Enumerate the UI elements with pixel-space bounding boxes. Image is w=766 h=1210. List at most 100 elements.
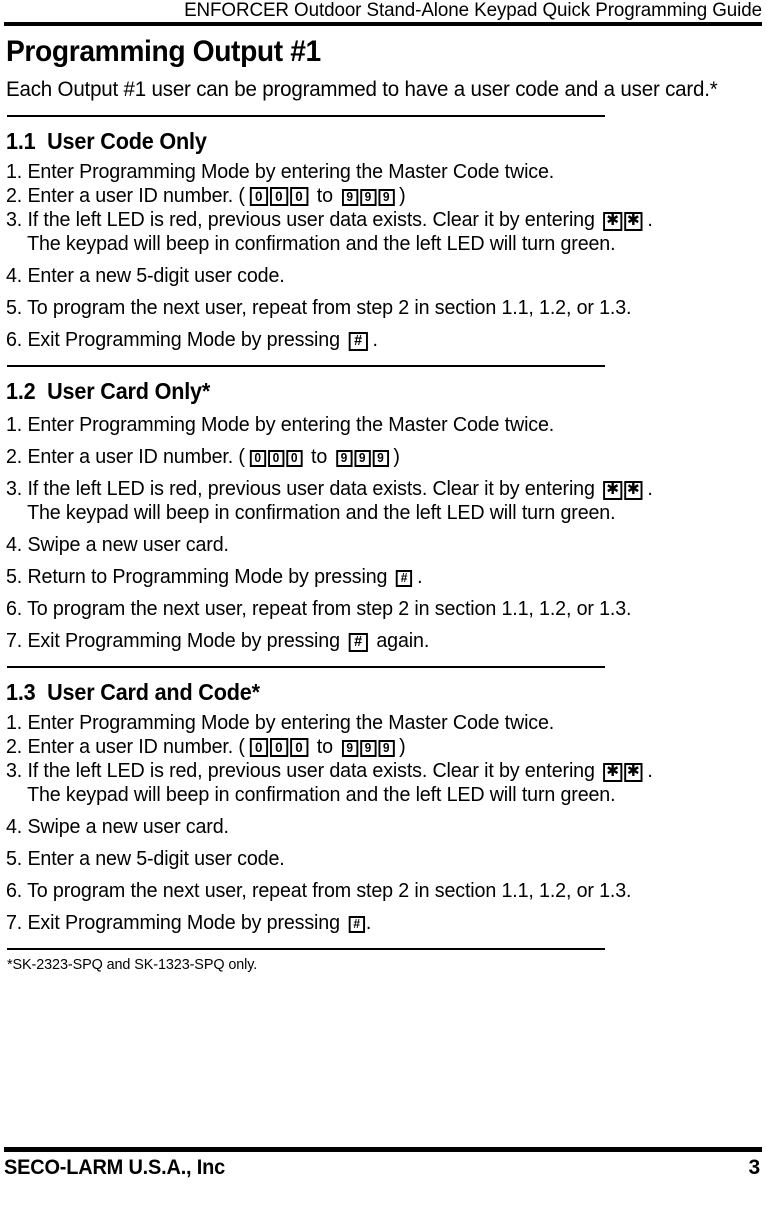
footnote-divider [7,948,605,950]
key-9[interactable]: 9 [341,740,358,757]
step-1-3-2-text-pre: 2. Enter a user ID number. ( [6,735,245,758]
key-9[interactable]: 9 [378,189,395,206]
step-1-3-7-text-pre: 7. Exit Programming Mode by pressing [6,911,340,934]
key-9[interactable]: 9 [341,189,358,206]
key-star[interactable]: ✱ [603,481,623,500]
step-1-2-5-text-pre: 5. Return to Programming Mode by pressin… [6,565,388,588]
key-hash[interactable]: # [348,633,368,652]
section-1-1-steps: 1. Enter Programming Mode by entering th… [4,161,762,351]
section-divider-2 [7,365,605,367]
key-group-id-high: 999 [335,446,390,468]
step-1-1-1: 1. Enter Programming Mode by entering th… [6,160,555,183]
key-9[interactable]: 9 [359,740,377,757]
step-1-3-2-text-to: to [316,735,333,758]
key-star[interactable]: ✱ [623,763,643,782]
step-1-2-4: 4. Swipe a new user card. [6,533,229,556]
step-1-2-2-text-to: to [311,445,328,468]
step-1-2-7: 7. Exit Programming Mode by pressing # aga… [6,630,732,652]
step-1-3-5: 5. Enter a new 5-digit user code. [6,847,285,870]
step-1-3-3: 3. If the left LED is red, previous user… [6,760,732,782]
step-1-3-3-continued: The keypad will beep in confirmation and… [27,783,616,806]
step-1-1-5: 5. To program the next user, repeat from… [6,296,632,319]
step-1-1-3-text-post: . [647,208,653,231]
step-1-1-2-text-to: to [316,184,333,207]
footer-page-number: 3 [748,1156,761,1179]
section-divider-3 [7,666,605,668]
step-1-3-7: 7. Exit Programming Mode by pressing #. [6,912,732,934]
section-1-2: 1.2 User Card Only* 1. Enter Programming… [4,378,762,652]
step-1-3-2-text-post: ) [399,735,406,758]
section-1-3-steps: 1. Enter Programming Mode by entering th… [4,712,762,934]
key-0[interactable]: 0 [269,738,288,757]
step-1-2-2-text-post: ) [393,445,400,468]
key-group-id-low: 000 [249,446,304,468]
key-group-id-high: 999 [341,185,396,207]
step-1-3-1: 1. Enter Programming Mode by entering th… [6,711,555,734]
step-1-2-2-text-pre: 2. Enter a user ID number. ( [6,445,245,468]
step-1-3-6: 6. To program the next user, repeat from… [6,879,632,902]
step-1-1-6: 6. Exit Programming Mode by pressing #. [6,329,732,351]
step-1-2-3-text-post: . [647,477,653,500]
key-0[interactable]: 0 [249,187,268,206]
step-1-2-3-text-pre: 3. If the left LED is red, previous user… [6,477,595,500]
key-0[interactable]: 0 [269,187,288,206]
footnote: *SK-2323-SPQ and SK-1323-SPQ only. [7,956,258,973]
key-9[interactable]: 9 [359,189,377,206]
key-hash[interactable]: # [395,570,413,587]
step-1-1-3: 3. If the left LED is red, previous user… [6,209,732,231]
step-1-1-2-text-post: ) [399,184,406,207]
key-group-id-low: 000 [249,736,309,758]
key-group-id-low: 000 [249,185,309,207]
key-star[interactable]: ✱ [623,481,643,500]
section-1-3: 1.3 User Card and Code* 1. Enter Program… [4,679,762,934]
step-1-2-6: 6. To program the next user, repeat from… [6,597,632,620]
section-1-1: 1.1 User Code Only 1. Enter Programming … [4,128,762,351]
footer-rule [4,1147,762,1152]
footer-row: SECO-LARM U.S.A., Inc 3 [4,1156,762,1180]
step-1-3-3-text-pre: 3. If the left LED is red, previous user… [6,759,595,782]
footer-company: SECO-LARM U.S.A., Inc [4,1156,226,1179]
page-footer: SECO-LARM U.S.A., Inc 3 [4,1147,762,1180]
step-1-1-4: 4. Enter a new 5-digit user code. [6,264,285,287]
step-1-1-6-text-post: . [372,328,378,351]
key-star[interactable]: ✱ [603,763,623,782]
step-1-2-3-continued: The keypad will beep in confirmation and… [27,501,616,524]
step-1-2-3: 3. If the left LED is red, previous user… [6,478,732,500]
step-1-3-4: 4. Swipe a new user card. [6,815,229,838]
key-hash[interactable]: # [348,332,368,351]
key-9[interactable]: 9 [335,450,353,467]
key-0[interactable]: 0 [289,187,309,206]
step-1-1-3-text-pre: 3. If the left LED is red, previous user… [6,208,595,231]
section-divider-1 [7,115,605,117]
key-0[interactable]: 0 [249,450,266,467]
step-1-1-2-text-pre: 2. Enter a user ID number. ( [6,184,245,207]
step-1-2-1: 1. Enter Programming Mode by entering th… [6,413,555,436]
step-1-1-2: 2. Enter a user ID number. (0 0 0 to 9 9 9) [6,185,732,207]
step-1-3-2: 2. Enter a user ID number. (0 0 0 to 9 9 9) [6,736,732,758]
step-1-2-5-text-post: . [417,565,423,588]
step-1-3-7-text-post: . [365,911,372,934]
step-1-2-5: 5. Return to Programming Mode by pressin… [6,566,732,588]
step-1-3-3-text-post: . [647,759,653,782]
intro-paragraph: Each Output #1 user can be programmed to… [6,77,718,101]
document-page: ENFORCER Outdoor Stand-Alone Keypad Quic… [0,0,766,1210]
section-1-1-heading: 1.1 User Code Only [6,128,207,154]
section-1-3-heading: 1.3 User Card and Code* [6,679,260,705]
key-0[interactable]: 0 [289,738,309,757]
running-header: ENFORCER Outdoor Stand-Alone Keypad Quic… [184,0,763,21]
step-1-2-7-text-post: again. [376,629,430,652]
key-0[interactable]: 0 [286,450,303,467]
step-1-2-2: 2. Enter a user ID number. (0 0 0 to 9 9 9) [6,446,732,468]
key-hash[interactable]: # [348,916,365,933]
step-1-2-7-text-pre: 7. Exit Programming Mode by pressing [6,629,340,652]
header-rule [4,22,762,26]
key-0[interactable]: 0 [249,738,268,757]
key-star[interactable]: ✱ [623,212,643,231]
key-0[interactable]: 0 [267,450,285,467]
key-9[interactable]: 9 [378,740,395,757]
section-1-2-heading: 1.2 User Card Only* [6,378,211,404]
key-9[interactable]: 9 [354,450,371,467]
key-star[interactable]: ✱ [603,212,623,231]
key-9[interactable]: 9 [372,450,389,467]
page-title: Programming Output #1 [6,35,321,68]
